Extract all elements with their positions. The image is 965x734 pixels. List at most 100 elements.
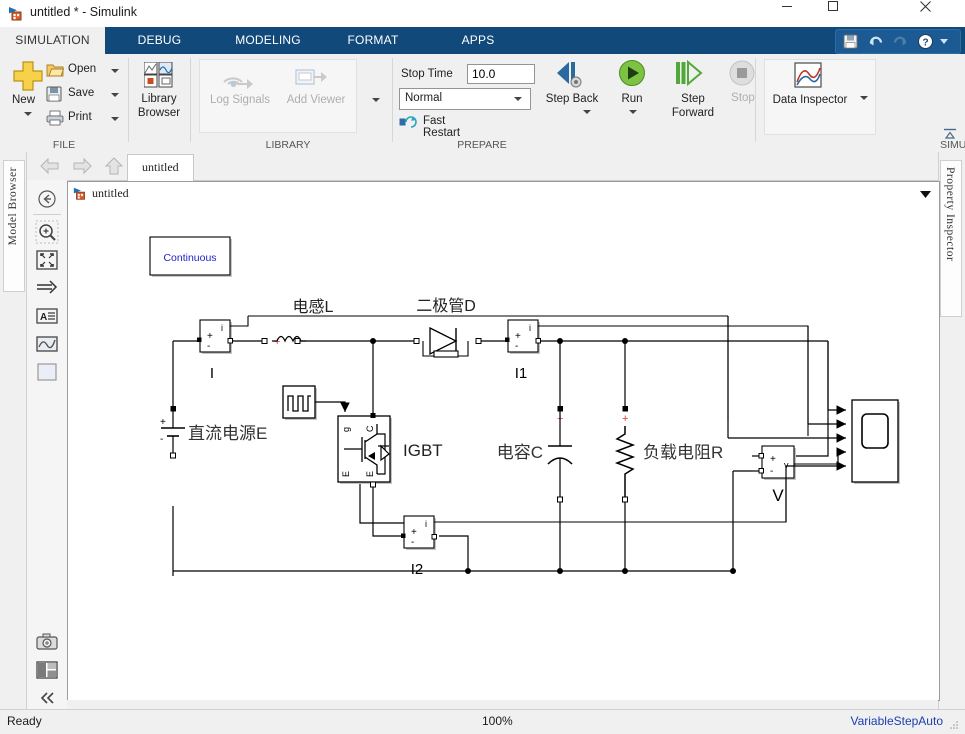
pulse-generator-block[interactable] <box>282 385 350 420</box>
undo-icon[interactable] <box>867 33 884 50</box>
prepare-chevron-down-icon[interactable] <box>372 98 380 102</box>
arrow-up-icon[interactable] <box>103 156 125 176</box>
circuit-diagram[interactable]: Continuous + - i I + 电感L 二极管D + - i I1 +… <box>68 206 939 700</box>
add-viewer-label: Add Viewer <box>286 94 346 106</box>
svg-text:A: A <box>40 312 47 323</box>
print-chevron-down-icon[interactable] <box>111 117 119 121</box>
back-to-model-icon[interactable] <box>35 187 59 211</box>
layout-panel-icon[interactable] <box>35 658 59 682</box>
ribbon-group-review: Data Inspector REVIEW RESULTS <box>756 54 886 152</box>
current-sensor-block-I1[interactable]: + - i I1 <box>505 319 809 436</box>
scope-block[interactable] <box>851 399 900 484</box>
step-back-chevron-down-icon[interactable] <box>583 110 591 114</box>
simulink-model-icon <box>73 186 88 201</box>
model-tab-label: untitled <box>142 160 179 174</box>
help-icon[interactable]: ? <box>917 33 934 50</box>
save-label: Save <box>68 87 95 99</box>
run-button[interactable]: Run <box>605 60 659 132</box>
port-i: i <box>425 519 427 529</box>
navigation-bar: untitled <box>27 152 938 181</box>
maximize-button[interactable] <box>827 0 873 27</box>
port-minus: - <box>515 341 518 352</box>
svg-text:?: ? <box>922 37 928 48</box>
breadcrumb-chevron-down-icon[interactable] <box>920 191 931 198</box>
diode-block-D[interactable]: 二极管D <box>413 297 482 358</box>
open-button[interactable]: Open <box>46 60 122 82</box>
open-chevron-down-icon[interactable] <box>111 69 119 73</box>
capacitor-block-C[interactable]: + 电容C <box>497 406 573 503</box>
collapse-rail-icon[interactable] <box>35 686 59 710</box>
tab-format[interactable]: FORMAT <box>328 27 418 54</box>
window-title: untitled * - Simulink <box>30 5 137 19</box>
new-chevron-down-icon[interactable] <box>24 112 32 116</box>
save-chevron-down-icon[interactable] <box>111 93 119 97</box>
ribbon-group-prepare: Log Signals Add Viewer PREPARE <box>191 54 507 152</box>
model-browser-panel-tab[interactable]: Model Browser <box>3 160 25 292</box>
port-g: g <box>341 427 351 432</box>
close-button[interactable] <box>919 0 965 27</box>
step-forward-button[interactable]: Step Forward <box>659 60 727 132</box>
minimize-button[interactable] <box>781 0 827 27</box>
simulink-model-icon <box>8 5 25 22</box>
arrow-right-icon[interactable] <box>71 156 93 176</box>
open-label: Open <box>68 63 97 75</box>
label-current-sensor-I1: I1 <box>515 365 528 382</box>
fit-to-view-icon[interactable] <box>35 248 59 272</box>
canvas-tool-column: A <box>27 180 68 710</box>
resize-grip-icon[interactable] <box>948 719 960 731</box>
zoom-in-icon[interactable] <box>35 220 59 244</box>
solver-block-label: Continuous <box>163 252 216 264</box>
label-voltage-sensor: V <box>772 486 784 505</box>
signal-port-icon[interactable] <box>35 276 59 300</box>
quick-access-toolbar: ? <box>835 29 961 54</box>
data-inspector-label: Data Inspector <box>772 94 848 106</box>
breadcrumb[interactable]: untitled <box>67 181 940 207</box>
camera-snapshot-icon[interactable] <box>35 630 59 654</box>
status-solver[interactable]: VariableStepAuto <box>850 714 943 728</box>
tab-simulation[interactable]: SIMULATION <box>0 27 105 54</box>
simulation-mode-select[interactable]: Normal <box>399 88 531 110</box>
status-bar: Ready 100% VariableStepAuto <box>0 709 965 734</box>
scope-viewer-icon[interactable] <box>35 332 59 356</box>
status-zoom-level[interactable]: 100% <box>482 714 513 728</box>
stop-time-input[interactable] <box>467 64 535 84</box>
step-back-button[interactable]: Step Back <box>541 60 603 132</box>
arrow-left-icon[interactable] <box>39 156 61 176</box>
port-i: i <box>529 323 531 333</box>
run-chevron-down-icon[interactable] <box>629 110 637 114</box>
model-canvas[interactable]: Continuous + - i I + 电感L 二极管D + - i I1 +… <box>67 206 940 701</box>
data-inspector-chevron-down-icon[interactable] <box>860 96 868 100</box>
current-sensor-block-I2[interactable]: + - i I2 <box>401 468 787 578</box>
redo-icon <box>892 33 909 50</box>
port-E-left: E <box>341 471 351 477</box>
property-inspector-panel-tab[interactable]: Property Inspector <box>940 160 962 317</box>
tab-debug[interactable]: DEBUG <box>112 27 207 54</box>
igbt-block[interactable]: g C E E IGBT <box>337 413 443 488</box>
save-icon[interactable] <box>842 33 859 50</box>
ribbon-collapse-icon[interactable] <box>943 128 957 140</box>
label-inductor: 电感L <box>293 298 334 316</box>
step-forward-label: Step Forward <box>671 93 715 119</box>
load-resistor-block-R[interactable]: + 负载电阻R <box>614 406 723 503</box>
run-label: Run <box>621 93 643 105</box>
model-tab-untitled[interactable]: untitled <box>127 154 194 181</box>
save-button[interactable]: Save <box>46 84 122 106</box>
ribbon-toolbar: New Open Save Print FILE Library Browser… <box>0 54 965 153</box>
dc-voltage-source-block[interactable]: + - 直流电源E <box>160 406 267 459</box>
voltage-sensor-block-V[interactable]: + - v V <box>758 445 838 505</box>
tab-apps[interactable]: APPS <box>438 27 518 54</box>
current-sensor-block-I[interactable]: + - i I <box>197 315 729 421</box>
minimize-icon <box>781 0 827 12</box>
print-button[interactable]: Print <box>46 108 122 130</box>
chevron-down-icon[interactable] <box>939 36 949 46</box>
subsystem-box-icon[interactable] <box>35 360 59 384</box>
ribbon-group-simulate: Stop Time Normal Fast Restart <box>393 54 965 152</box>
data-inspector-button[interactable]: Data Inspector <box>770 62 850 130</box>
new-button[interactable]: New <box>6 60 50 132</box>
solver-configuration-block[interactable]: Continuous <box>149 236 232 277</box>
annotation-text-icon[interactable]: A <box>35 304 59 328</box>
mode-chevron-down-icon[interactable] <box>514 97 522 101</box>
tab-modeling[interactable]: MODELING <box>213 27 323 54</box>
library-browser-button[interactable]: Library Browser <box>129 60 189 132</box>
label-current-sensor-I2: I2 <box>411 561 424 578</box>
